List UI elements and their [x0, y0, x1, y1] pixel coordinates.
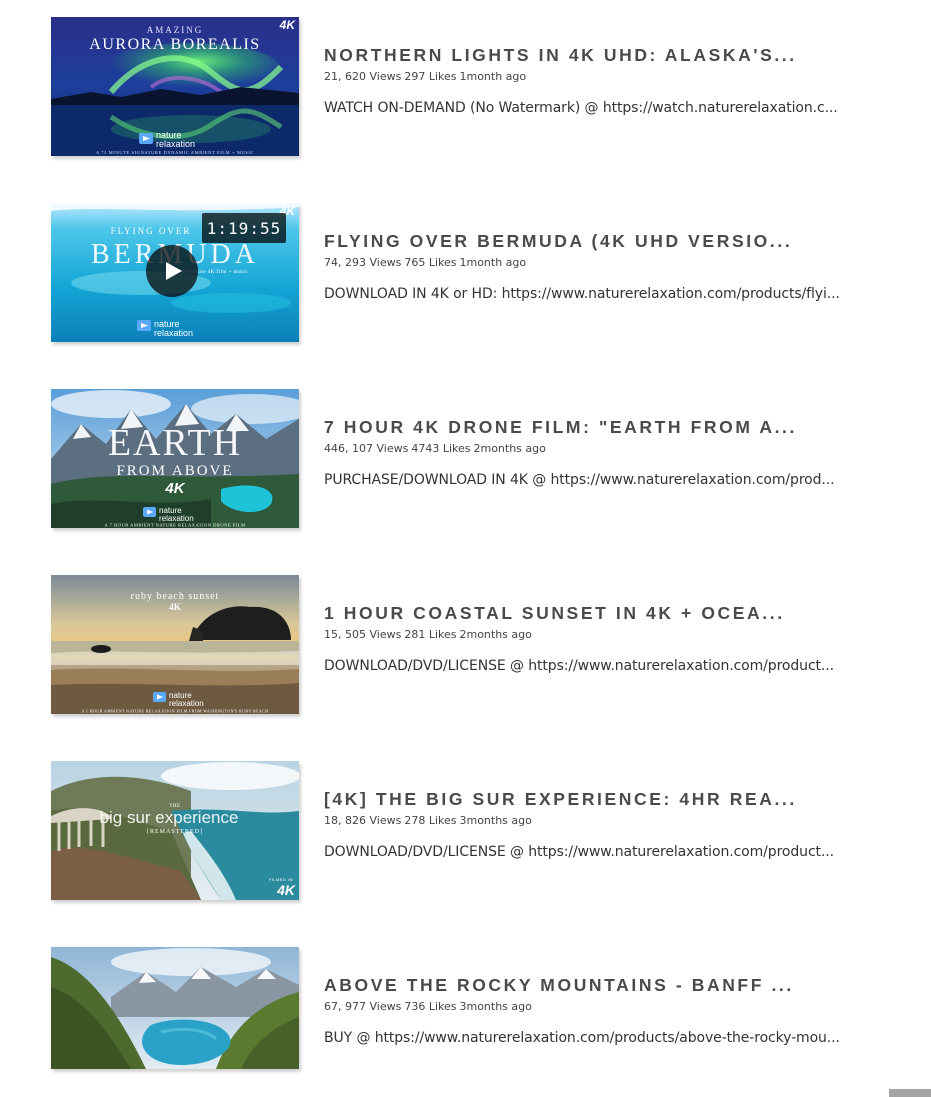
video-thumbnail[interactable]	[51, 947, 299, 1069]
video-stats: 67, 977 Views 736 Likes 3months ago	[324, 999, 869, 1015]
4k-badge: 4K	[276, 882, 296, 898]
thumb-caption: A 1 HOUR AMBIENT NATURE RELAXATION FILM …	[81, 709, 268, 714]
brand-line2: relaxation	[156, 139, 195, 149]
video-description: BUY @ https://www.naturerelaxation.com/p…	[324, 1030, 840, 1046]
video-info: ABOVE THE ROCKY MOUNTAINS - BANFF ... 67…	[324, 947, 869, 1048]
view-count: 74, 293 Views	[324, 256, 402, 269]
video-description: WATCH ON-DEMAND (No Watermark) @ https:/…	[324, 100, 838, 116]
thumbnail-image: EARTH FROM ABOVE 4K nature relaxation A …	[51, 389, 299, 528]
video-thumbnail[interactable]: FLYING OVER BERMUDA an 80 minute 4K film…	[51, 203, 299, 342]
thumb-headline: AURORA BOREALIS	[89, 36, 260, 53]
video-item: AMAZING AURORA BOREALIS 4K nature relaxa…	[51, 17, 871, 157]
thumbnail-image	[51, 947, 299, 1069]
thumbnail-image: FLYING OVER BERMUDA an 80 minute 4K film…	[51, 203, 299, 342]
video-description: DOWNLOAD/DVD/LICENSE @ https://www.natur…	[324, 844, 834, 860]
thumbnail-image: THE big sur experience [REMASTERED] FILM…	[51, 761, 299, 900]
like-count: 4743 Likes	[411, 442, 471, 455]
video-stats: 74, 293 Views 765 Likes 1month ago	[324, 255, 869, 271]
video-stats: 18, 826 Views 278 Likes 3months ago	[324, 813, 869, 829]
thumb-overline: AMAZING	[147, 25, 204, 35]
video-item: THE big sur experience [REMASTERED] FILM…	[51, 761, 871, 901]
upload-age: 3months ago	[459, 1000, 532, 1013]
thumbnail-image: ruby beach sunset 4K nature relaxation A…	[51, 575, 299, 714]
video-duration: 1:19:55	[207, 219, 281, 238]
play-icon[interactable]	[146, 245, 198, 297]
view-count: 21, 620 Views	[324, 70, 402, 83]
4k-badge: 4K	[169, 602, 181, 612]
thumbnail-image: AMAZING AURORA BOREALIS 4K nature relaxa…	[51, 17, 299, 156]
view-count: 67, 977 Views	[324, 1000, 402, 1013]
nature-relaxation-logo-icon	[139, 133, 153, 144]
video-title[interactable]: 1 HOUR COASTAL SUNSET IN 4K + OCEA...	[324, 575, 869, 624]
upload-age: 3months ago	[459, 814, 532, 827]
4k-badge: 4K	[164, 480, 185, 497]
video-item: EARTH FROM ABOVE 4K nature relaxation A …	[51, 389, 871, 529]
video-description: PURCHASE/DOWNLOAD IN 4K @ https://www.na…	[324, 472, 835, 488]
video-thumbnail[interactable]: EARTH FROM ABOVE 4K nature relaxation A …	[51, 389, 299, 528]
video-thumbnail[interactable]: ruby beach sunset 4K nature relaxation A…	[51, 575, 299, 714]
video-description: DOWNLOAD IN 4K or HD: https://www.nature…	[324, 286, 840, 302]
video-info: [4K] THE BIG SUR EXPERIENCE: 4HR REA... …	[324, 761, 869, 862]
video-title[interactable]: NORTHERN LIGHTS IN 4K UHD: ALASKA'S...	[324, 17, 869, 66]
video-stats: 446, 107 Views 4743 Likes 2months ago	[324, 441, 869, 457]
video-thumbnail[interactable]: AMAZING AURORA BOREALIS 4K nature relaxa…	[51, 17, 299, 156]
like-count: 736 Likes	[404, 1000, 457, 1013]
like-count: 281 Likes	[404, 628, 457, 641]
thumb-sub: [REMASTERED]	[147, 829, 203, 835]
upload-age: 2months ago	[459, 628, 532, 641]
video-info: NORTHERN LIGHTS IN 4K UHD: ALASKA'S... 2…	[324, 17, 869, 118]
video-title[interactable]: ABOVE THE ROCKY MOUNTAINS - BANFF ...	[324, 947, 869, 996]
video-title[interactable]: 7 HOUR 4K DRONE FILM: "EARTH FROM A...	[324, 389, 869, 438]
brand-line2: relaxation	[169, 699, 204, 708]
thumb-caption: A 7 HOUR AMBIENT NATURE RELAXATION DRONE…	[104, 523, 245, 528]
thumb-headline: EARTH	[108, 422, 242, 464]
video-duration-badge: 1:19:55	[202, 213, 286, 243]
video-info: 7 HOUR 4K DRONE FILM: "EARTH FROM A... 4…	[324, 389, 869, 490]
video-title[interactable]: FLYING OVER BERMUDA (4K UHD VERSIO...	[324, 203, 869, 252]
nature-relaxation-logo-icon	[143, 507, 156, 517]
view-count: 18, 826 Views	[324, 814, 402, 827]
thumb-caption: A 72 MINUTE SIGNATURE DYNAMIC AMBIENT FI…	[96, 150, 254, 155]
thumb-headline: big sur experience	[100, 808, 239, 827]
brand-line2: relaxation	[154, 328, 193, 338]
like-count: 765 Likes	[404, 256, 457, 269]
video-stats: 21, 620 Views 297 Likes 1month ago	[324, 69, 869, 85]
video-thumbnail[interactable]: THE big sur experience [REMASTERED] FILM…	[51, 761, 299, 900]
thumb-sub: FROM ABOVE	[116, 463, 233, 479]
video-item: ABOVE THE ROCKY MOUNTAINS - BANFF ... 67…	[51, 947, 871, 1087]
video-info: FLYING OVER BERMUDA (4K UHD VERSIO... 74…	[324, 203, 869, 304]
video-description: DOWNLOAD/DVD/LICENSE @ https://www.natur…	[324, 658, 834, 674]
thumb-overline: FLYING OVER	[111, 226, 192, 236]
4k-badge: 4K	[279, 18, 297, 32]
video-item: ruby beach sunset 4K nature relaxation A…	[51, 575, 871, 715]
video-stats: 15, 505 Views 281 Likes 2months ago	[324, 627, 869, 643]
video-info: 1 HOUR COASTAL SUNSET IN 4K + OCEA... 15…	[324, 575, 869, 676]
like-count: 278 Likes	[404, 814, 457, 827]
like-count: 297 Likes	[404, 70, 457, 83]
upload-age: 1month ago	[459, 256, 527, 269]
thumb-headline: ruby beach sunset	[131, 591, 220, 602]
upload-age: 1month ago	[459, 70, 527, 83]
video-title[interactable]: [4K] THE BIG SUR EXPERIENCE: 4HR REA...	[324, 761, 869, 810]
nature-relaxation-logo-icon	[137, 320, 151, 331]
upload-age: 2months ago	[473, 442, 546, 455]
view-count: 446, 107 Views	[324, 442, 409, 455]
scroll-to-top-button[interactable]	[889, 1089, 931, 1097]
video-item: FLYING OVER BERMUDA an 80 minute 4K film…	[51, 203, 871, 343]
nature-relaxation-logo-icon	[153, 692, 166, 702]
view-count: 15, 505 Views	[324, 628, 402, 641]
